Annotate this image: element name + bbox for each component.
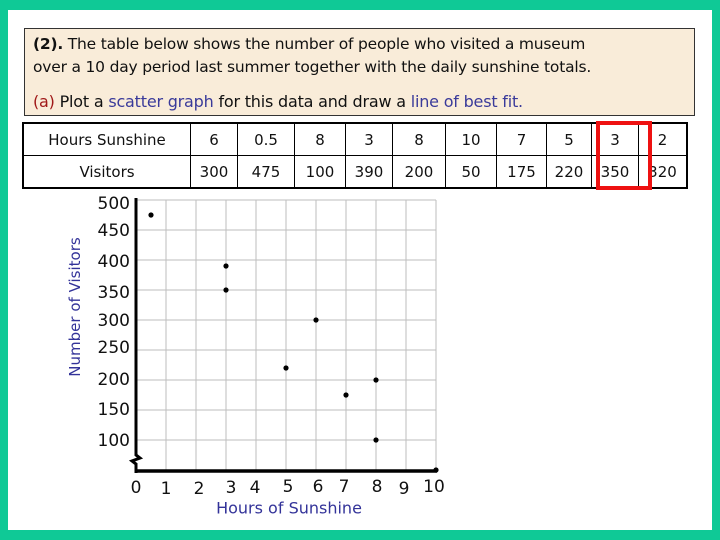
- x-tick-label: 6: [313, 477, 324, 497]
- y-tick-labels: 500 450 400 350 300 250 200 150 100: [98, 194, 130, 451]
- x-tick-label: 0: [131, 478, 142, 498]
- x-tick-label: 4: [250, 478, 261, 498]
- grid: [136, 199, 437, 471]
- x-tick-label: 10: [423, 477, 445, 497]
- x-tick-label: 2: [194, 479, 205, 499]
- y-tick-label: 300: [98, 311, 130, 331]
- y-tick-label: 200: [98, 370, 130, 390]
- data-point: [148, 212, 154, 218]
- data-point: [433, 467, 439, 473]
- data-point: [313, 317, 319, 323]
- x-tick-label: 3: [226, 478, 237, 498]
- data-points: [148, 212, 439, 473]
- y-tick-label: 100: [98, 431, 130, 451]
- y-tick-label: 150: [98, 400, 130, 420]
- data-point: [373, 437, 379, 443]
- data-point: [223, 287, 229, 293]
- y-tick-label: 350: [98, 283, 130, 303]
- axes: [128, 198, 437, 473]
- x-tick-label: 9: [399, 479, 410, 499]
- y-tick-label: 450: [98, 221, 130, 241]
- x-tick-label: 7: [339, 477, 350, 497]
- x-tick-label: 1: [161, 479, 172, 499]
- data-point: [373, 377, 379, 383]
- data-point: [343, 392, 349, 398]
- data-point: [283, 365, 289, 371]
- y-tick-label: 500: [98, 194, 130, 214]
- y-tick-label: 400: [98, 252, 130, 272]
- y-tick-label: 250: [98, 338, 130, 358]
- x-tick-labels: 0 1 2 3 4 5 6 7 8 9 10: [131, 477, 445, 499]
- x-tick-label: 5: [283, 477, 294, 497]
- data-point: [223, 263, 229, 269]
- x-tick-label: 8: [372, 477, 383, 497]
- scatter-chart: 500 450 400 350 300 250 200 150 100 0 1 2 3 4 5 6 7 8 9 10: [98, 194, 445, 499]
